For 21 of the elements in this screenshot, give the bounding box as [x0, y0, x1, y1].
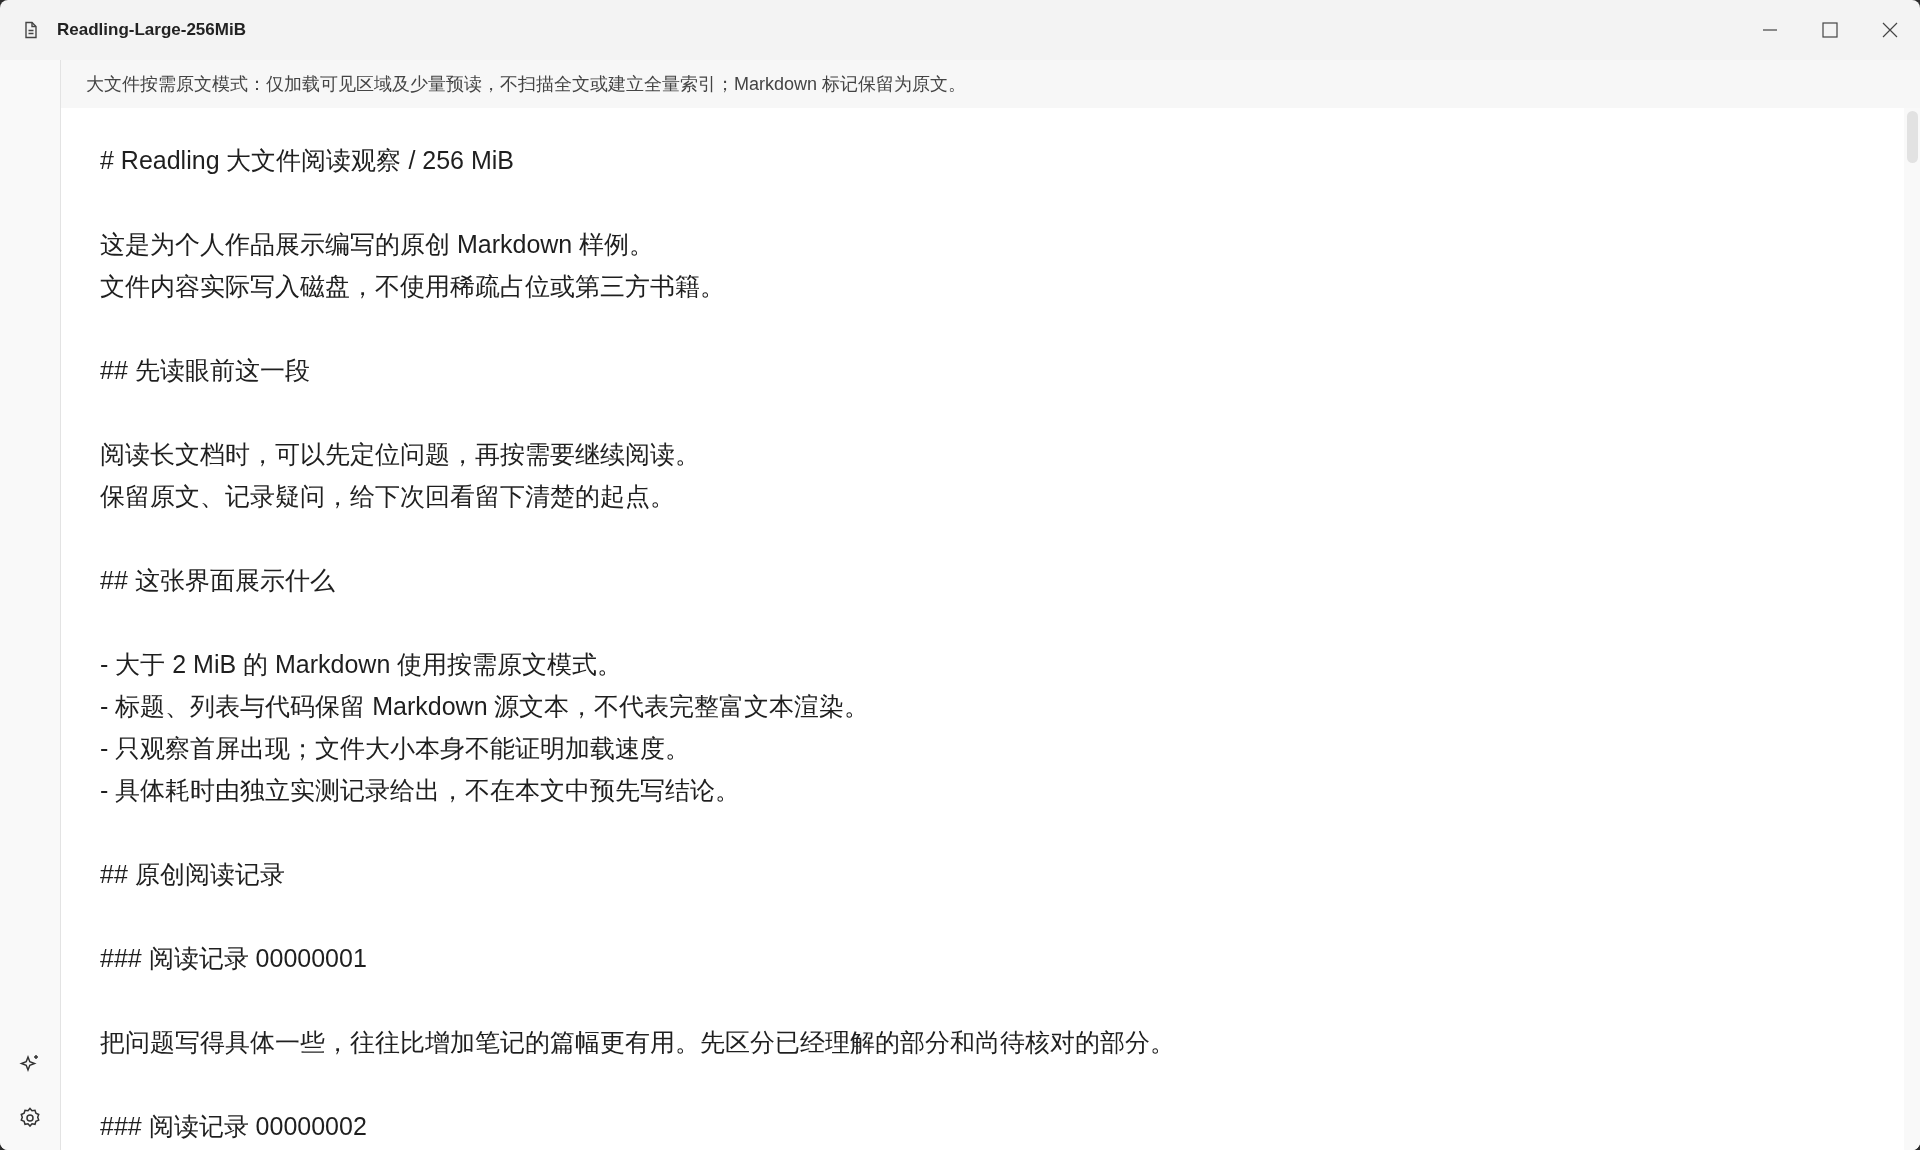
text-line: ### 阅读记录 00000001: [100, 943, 368, 974]
text-line: 把问题写得具体一些，往往比增加笔记的篇幅更有用。先区分已经理解的部分和尚待核对的部分。: [100, 1027, 1176, 1058]
text-line: 保留原文、记录疑问，给下次回看留下清楚的起点。: [100, 481, 676, 512]
close-icon[interactable]: [1882, 22, 1898, 38]
text-line: ## 这张界面展示什么: [100, 565, 336, 596]
text-line: 阅读长文档时，可以先定位问题，再按需要继续阅读。: [100, 439, 701, 470]
maximize-icon[interactable]: [1822, 22, 1838, 38]
window-title: Readling-Large-256MiB: [57, 19, 246, 42]
text-line: ### 阅读记录 00000002: [100, 1111, 368, 1142]
text-line: - 大于 2 MiB 的 Markdown 使用按需原文模式。: [100, 649, 624, 680]
text-line: - 具体耗时由独立实测记录给出，不在本文中预先写结论。: [100, 775, 742, 806]
text-line: - 标题、列表与代码保留 Markdown 源文本，不代表完整富文本渲染。: [100, 691, 871, 722]
text-line: ## 先读眼前这一段: [100, 355, 311, 386]
document-icon: [22, 21, 40, 39]
text-line: # Readling 大文件阅读观察 / 256 MiB: [100, 145, 516, 176]
text-line: 文件内容实际写入磁盘，不使用稀疏占位或第三方书籍。: [100, 271, 726, 302]
text-line: 这是为个人作品展示编写的原创 Markdown 样例。: [100, 229, 656, 260]
text-line: - 只观察首屏出现；文件大小本身不能证明加载速度。: [100, 733, 692, 764]
text-line: ## 原创阅读记录: [100, 859, 286, 890]
settings-icon[interactable]: [18, 1106, 42, 1130]
mode-notice: 大文件按需原文模式：仅加载可见区域及少量预读，不扫描全文或建立全量索引；Markdown 标记保留为原文。: [86, 72, 967, 96]
